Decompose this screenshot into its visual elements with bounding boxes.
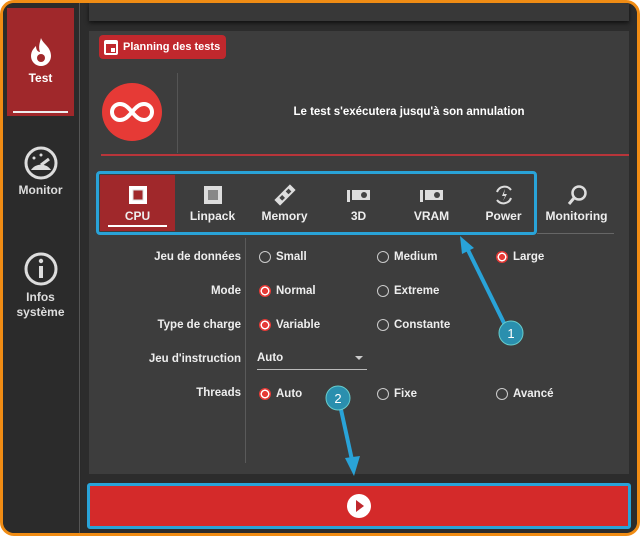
radio-dataset-large[interactable]: Large bbox=[496, 251, 544, 263]
duration-slider[interactable] bbox=[101, 154, 629, 156]
schedule-tests-button[interactable]: Planning des tests bbox=[99, 35, 227, 59]
sidebar-item-label: Test bbox=[28, 71, 53, 85]
instruction-set-label: Jeu d'instruction bbox=[148, 353, 241, 365]
highlight-box-tabs bbox=[96, 171, 537, 235]
run-test-button[interactable] bbox=[87, 483, 631, 529]
radio-threads-auto[interactable]: Auto bbox=[259, 388, 302, 400]
app-window: Test Monitor Infos système Planning des … bbox=[0, 0, 640, 536]
magnifier-icon bbox=[567, 185, 587, 205]
play-icon bbox=[347, 494, 371, 518]
tab-label: Monitoring bbox=[545, 209, 608, 223]
radio-dataset-small[interactable]: Small bbox=[259, 251, 307, 263]
dataset-label: Jeu de données bbox=[154, 251, 241, 263]
load-type-label: Type de charge bbox=[157, 319, 241, 331]
sidebar-item-monitor[interactable]: Monitor bbox=[7, 146, 74, 206]
gauge-icon bbox=[24, 146, 57, 180]
radio-load-variable[interactable]: Variable bbox=[259, 319, 320, 331]
radio-threads-advanced[interactable]: Avancé bbox=[496, 388, 554, 400]
tab-monitoring[interactable]: Monitoring bbox=[539, 175, 614, 231]
active-underline bbox=[13, 111, 68, 113]
sidebar: Test Monitor Infos système bbox=[3, 3, 80, 533]
tab-divider bbox=[537, 233, 614, 234]
duration-infinite-button[interactable] bbox=[102, 83, 162, 141]
top-strip bbox=[89, 3, 629, 21]
sidebar-item-label: Monitor bbox=[18, 183, 63, 197]
schedule-label: Planning des tests bbox=[123, 41, 221, 53]
radio-mode-normal[interactable]: Normal bbox=[259, 285, 316, 297]
flame-icon bbox=[30, 38, 51, 66]
calendar-icon bbox=[104, 40, 118, 55]
duration-message: Le test s'exécutera jusqu'à son annulati… bbox=[293, 106, 525, 118]
info-icon bbox=[24, 252, 57, 286]
main-content: Planning des tests Le test s'exécutera j… bbox=[81, 3, 637, 533]
mode-label: Mode bbox=[210, 285, 241, 297]
infinity-icon bbox=[110, 101, 154, 123]
threads-label: Threads bbox=[196, 387, 241, 399]
radio-threads-fixed[interactable]: Fixe bbox=[377, 388, 417, 400]
divider bbox=[177, 73, 178, 153]
sidebar-item-label: Infos système bbox=[16, 290, 65, 319]
instruction-set-select[interactable]: Auto bbox=[257, 352, 367, 370]
form-divider bbox=[245, 238, 246, 463]
chevron-down-icon bbox=[355, 356, 363, 360]
radio-mode-extreme[interactable]: Extreme bbox=[377, 285, 439, 297]
radio-load-constant[interactable]: Constante bbox=[377, 319, 450, 331]
sidebar-item-test[interactable]: Test bbox=[7, 8, 74, 116]
radio-dataset-medium[interactable]: Medium bbox=[377, 251, 437, 263]
sidebar-item-system-info[interactable]: Infos système bbox=[7, 251, 74, 323]
